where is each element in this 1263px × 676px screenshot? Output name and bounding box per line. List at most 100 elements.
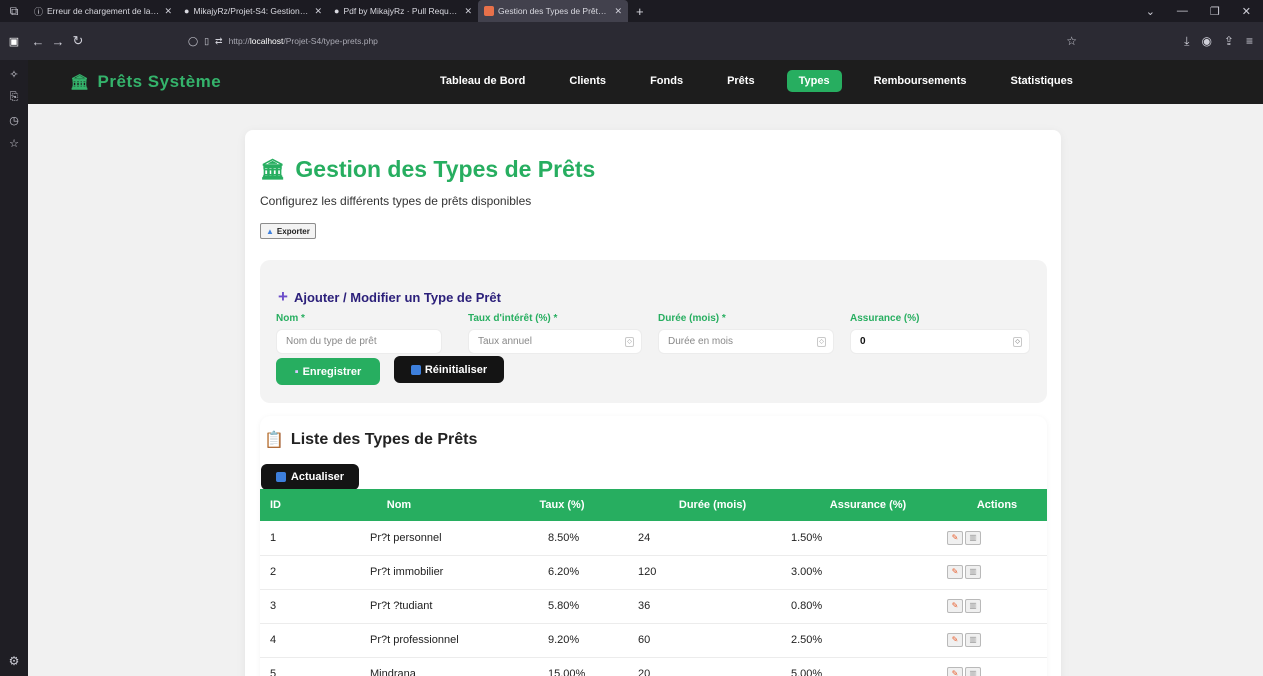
close-icon[interactable]: ✕ <box>614 6 622 17</box>
spinner-icon[interactable]: ◇ <box>817 337 826 347</box>
url-path: /Projet-S4/type-prets.php <box>283 36 378 46</box>
minimize-icon[interactable]: — <box>1177 5 1188 17</box>
delete-trash-icon[interactable]: ▥ <box>965 667 981 676</box>
cell-taux: 5.80% <box>488 589 636 624</box>
assurance-label: Assurance (%) <box>850 313 920 324</box>
close-icon[interactable]: ✕ <box>464 6 472 17</box>
url-text[interactable]: http://localhost/Projet-S4/type-prets.ph… <box>229 36 378 46</box>
menu-item-dashboard[interactable]: Tableau de Bord <box>428 70 537 92</box>
edit-pencil-icon[interactable]: ✎ <box>947 565 963 579</box>
duree-input[interactable]: Durée en mois ◇ <box>658 329 834 354</box>
nom-label: Nom * <box>276 313 305 324</box>
page-icon: ▯ <box>204 35 210 46</box>
tab-title: Pdf by MikajyRz · Pull Request # <box>343 6 461 16</box>
menu-item-clients[interactable]: Clients <box>557 70 618 92</box>
menu-item-prets[interactable]: Prêts <box>715 70 767 92</box>
chevron-down-icon[interactable]: ⌄ <box>1146 5 1155 18</box>
spinner-icon[interactable]: ◇ <box>625 337 634 347</box>
delete-trash-icon[interactable]: ▥ <box>965 530 981 545</box>
edit-pencil-icon[interactable]: ✎ <box>947 530 963 545</box>
cell-assurance: 0.80% <box>789 589 947 624</box>
delete-trash-icon[interactable]: ▥ <box>965 633 981 647</box>
browser-sidebar: ✧ ⎘ ◷ ☆ ⚙ <box>0 60 28 676</box>
sidebar-toggle-icon[interactable]: ▣ <box>0 22 28 60</box>
cell-actions: ✎ ▥ <box>947 589 1047 624</box>
maximize-icon[interactable]: ❐ <box>1210 5 1220 18</box>
tab-overview-icon[interactable]: ⧉ <box>0 0 28 22</box>
column-header-id[interactable]: ID <box>260 489 310 521</box>
synced-tabs-icon[interactable]: ⎘ <box>10 91 19 104</box>
page-title-text: Gestion des Types de Prêts <box>295 156 596 182</box>
nom-input[interactable]: Nom du type de prêt <box>276 329 442 354</box>
cell-taux: 6.20% <box>488 555 636 590</box>
account-icon[interactable]: ◉ <box>1201 34 1211 48</box>
delete-trash-icon[interactable]: ▥ <box>965 565 981 579</box>
edit-pencil-icon[interactable]: ✎ <box>947 667 963 676</box>
types-table: ID Nom Taux (%) Durée (mois) Assurance (… <box>260 489 1047 676</box>
settings-icon[interactable]: ⚙ <box>9 654 20 668</box>
github-icon: ● <box>334 6 340 16</box>
menu-item-statistiques[interactable]: Statistiques <box>999 70 1085 92</box>
new-tab-icon[interactable]: + <box>628 4 652 19</box>
forward-icon[interactable]: → <box>48 34 68 49</box>
permissions-icon[interactable]: ⇄ <box>215 36 223 47</box>
table-header-row: ID Nom Taux (%) Durée (mois) Assurance (… <box>260 489 1047 521</box>
spinner-icon[interactable]: ◇ <box>1013 337 1022 347</box>
refresh-button[interactable]: Actualiser <box>261 464 359 490</box>
brand-name: Prêts Système <box>97 72 222 91</box>
column-header-nom[interactable]: Nom <box>310 489 488 521</box>
back-icon[interactable]: ← <box>28 34 48 49</box>
table-row: 2 Pr?t immobilier 6.20% 120 3.00% ✎ ▥ <box>260 555 1047 590</box>
duree-placeholder: Durée en mois <box>668 336 734 347</box>
bank-icon: 🏛 <box>260 159 286 181</box>
bookmarks-icon[interactable]: ☆ <box>9 137 19 150</box>
info-icon: ⓘ <box>34 6 44 17</box>
brand-logo[interactable]: 🏛 Prêts Système <box>70 72 221 92</box>
ai-chat-icon[interactable]: ✧ <box>9 68 18 81</box>
taux-input[interactable]: Taux annuel ◇ <box>468 329 642 354</box>
menu-item-fonds[interactable]: Fonds <box>638 70 695 92</box>
history-icon[interactable]: ◷ <box>9 114 19 127</box>
cell-duree: 20 <box>636 657 789 676</box>
reset-button[interactable]: Réinitialiser <box>394 356 504 383</box>
shield-icon[interactable]: ◯ <box>188 36 198 47</box>
close-icon[interactable]: ✕ <box>314 6 322 17</box>
address-bar[interactable]: ◯ ▯ ⇄ http://localhost/Projet-S4/type-pr… <box>180 29 1095 53</box>
clipboard-icon: 📋 <box>264 432 284 449</box>
browser-nav-bar: ▣ ← → ↻ ◯ ▯ ⇄ http://localhost/Projet-S4… <box>0 22 1263 60</box>
menu-item-remboursements[interactable]: Remboursements <box>862 70 979 92</box>
table-row: 5 Mindrana 15.00% 20 5.00% ✎ ▥ <box>260 657 1047 676</box>
tab-title: Erreur de chargement de la pag <box>47 6 161 16</box>
close-window-icon[interactable]: ✕ <box>1242 5 1251 18</box>
save-button[interactable]: ▪ Enregistrer <box>276 358 380 385</box>
cell-nom: Pr?t immobilier <box>310 555 488 590</box>
close-icon[interactable]: ✕ <box>164 6 172 17</box>
column-header-assurance[interactable]: Assurance (%) <box>789 489 947 521</box>
browser-tab-active[interactable]: Gestion des Types de Prêts - Sy ✕ <box>478 0 628 22</box>
cell-assurance: 3.00% <box>789 555 947 590</box>
cell-id: 1 <box>260 521 310 556</box>
column-header-duree[interactable]: Durée (mois) <box>636 489 789 521</box>
save-label: Enregistrer <box>302 365 362 378</box>
tab-title: MikajyRz/Projet-S4: Gestion pré <box>193 6 311 16</box>
assurance-input[interactable]: 0 ◇ <box>850 329 1030 354</box>
column-header-taux[interactable]: Taux (%) <box>488 489 636 521</box>
table-row: 1 Pr?t personnel 8.50% 24 1.50% ✎ ▥ <box>260 521 1047 556</box>
cell-id: 3 <box>260 589 310 624</box>
browser-tab[interactable]: ⓘ Erreur de chargement de la pag ✕ <box>28 0 178 22</box>
menu-item-types[interactable]: Types <box>786 70 842 92</box>
delete-trash-icon[interactable]: ▥ <box>965 599 981 613</box>
edit-pencil-icon[interactable]: ✎ <box>947 633 963 647</box>
refresh-icon <box>410 364 421 375</box>
browser-tab[interactable]: ● MikajyRz/Projet-S4: Gestion pré ✕ <box>178 0 328 22</box>
form-title: + Ajouter / Modifier un Type de Prêt <box>278 287 501 307</box>
bookmark-star-icon[interactable]: ☆ <box>1066 34 1077 48</box>
extensions-icon[interactable]: ⇪ <box>1224 34 1234 48</box>
edit-pencil-icon[interactable]: ✎ <box>947 599 963 613</box>
cell-nom: Mindrana <box>310 657 488 676</box>
download-icon[interactable]: ⤓ <box>1184 34 1189 49</box>
menu-icon[interactable]: ≡ <box>1246 34 1253 48</box>
browser-tab[interactable]: ● Pdf by MikajyRz · Pull Request # ✕ <box>328 0 478 22</box>
export-button[interactable]: ▲ Exporter <box>260 223 316 239</box>
reload-icon[interactable]: ↻ <box>68 33 88 49</box>
